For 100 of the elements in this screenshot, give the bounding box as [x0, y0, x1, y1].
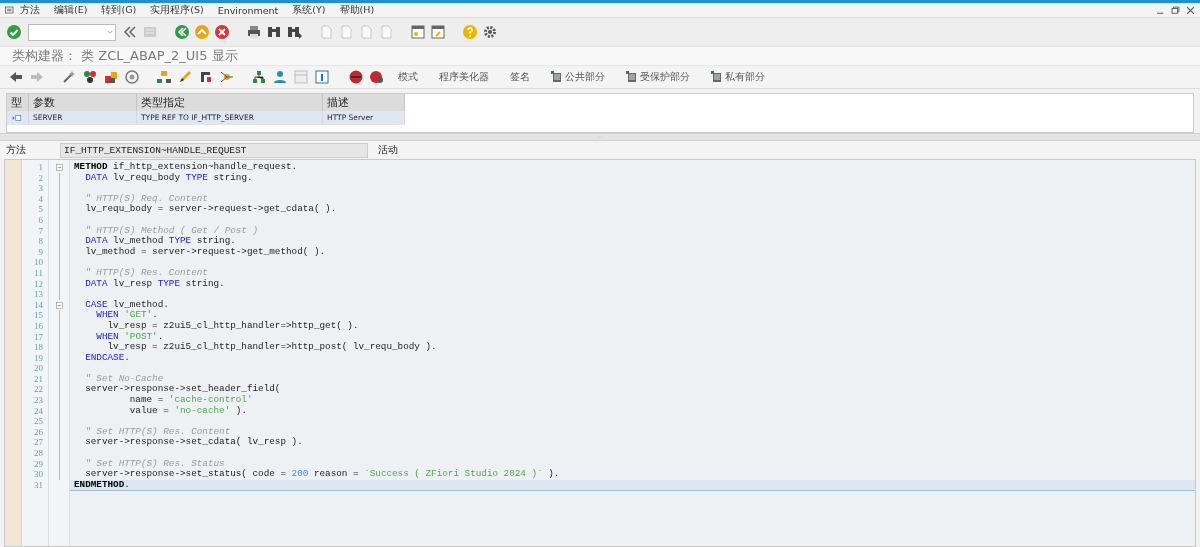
code-line: WHEN 'GET'.: [95, 310, 159, 321]
info-icon[interactable]: [314, 69, 330, 85]
pencil-icon[interactable]: [177, 69, 193, 85]
line-number: 12: [33, 278, 44, 290]
parameter-icon[interactable]: [11, 113, 23, 123]
code-line: value = 'no-cache' ).: [128, 405, 248, 417]
line-number: 15: [33, 310, 44, 321]
document-icon: [711, 71, 722, 83]
toolbar-button[interactable]: 公共部分: [543, 68, 613, 86]
line-number: 11: [33, 267, 44, 279]
code-line: " Set HTTP(S) Res. Content: [84, 426, 232, 437]
code-line: DATA lv_method TYPE string.: [84, 236, 237, 247]
new-window-icon[interactable]: [410, 24, 426, 40]
line-number: 21: [33, 373, 44, 385]
line-number: 1: [37, 162, 44, 173]
line-number: 30: [33, 469, 44, 480]
code-line: server->response->set_cdata( lv_resp ).: [84, 437, 304, 449]
status-text: 活动: [378, 143, 398, 157]
code-line: " Set HTTP(S) Res. Status: [84, 458, 226, 469]
column-header: 型: [7, 94, 29, 111]
menu-item[interactable]: 系统(Y): [288, 3, 336, 17]
stop-icon[interactable]: [348, 69, 364, 85]
line-number: 2: [37, 172, 44, 184]
menu-item[interactable]: 转到(G): [97, 3, 147, 17]
list-icon[interactable]: [198, 69, 214, 85]
code-line: WHEN 'POST'.: [95, 331, 165, 342]
line-number: 17: [33, 331, 44, 343]
line-number: 13: [33, 289, 44, 300]
shortcut-icon[interactable]: [430, 24, 446, 40]
cancel-icon[interactable]: [214, 24, 230, 40]
org-chart-icon[interactable]: [251, 69, 267, 85]
line-number: 28: [33, 448, 44, 459]
line-number: 26: [33, 426, 44, 438]
settings-icon[interactable]: [482, 24, 498, 40]
back-icon[interactable]: [174, 24, 190, 40]
column-header: 参数: [29, 94, 137, 111]
user-icon[interactable]: [272, 69, 288, 85]
double-chevron-icon[interactable]: [122, 24, 138, 40]
code-line: " HTTP(S) Res. Content: [84, 267, 209, 279]
line-number: 14: [33, 299, 44, 311]
menu-item[interactable]: 实用程序(S): [146, 3, 214, 17]
document-icon: [626, 71, 637, 83]
breakpoint-icon[interactable]: [369, 69, 385, 85]
line-number: 3: [37, 183, 44, 194]
code-line: ENDCASE.: [84, 352, 131, 364]
code-line: server->response->set_header_field(: [84, 384, 282, 395]
line-number: 27: [33, 437, 44, 449]
code-line: lv_method = server->request->get_method( ).: [84, 246, 327, 258]
objects-icon[interactable]: [82, 69, 98, 85]
back-arrow-icon[interactable]: [8, 69, 24, 85]
menu-item[interactable]: 编辑(E): [50, 3, 98, 17]
method-field[interactable]: IF_HTTP_EXTENSION~HANDLE_REQUEST: [60, 142, 368, 158]
line-number: 10: [33, 257, 44, 268]
code-line: " HTTP(S) Req. Content: [84, 193, 209, 204]
line-number: 8: [37, 236, 44, 247]
find-next-icon[interactable]: [286, 24, 302, 40]
code-line: " Set No-Cache: [84, 373, 165, 384]
line-number: 29: [33, 458, 44, 470]
restore-icon[interactable]: [1170, 4, 1181, 16]
column-header: 类型指定: [137, 94, 323, 111]
menu-item[interactable]: 帮助(H): [335, 3, 385, 17]
line-number: 5: [37, 204, 44, 215]
toolbar-button[interactable]: 私有部分: [703, 68, 773, 86]
line-number: 23: [33, 395, 44, 406]
toolbar-button[interactable]: 受保护部分: [618, 68, 698, 86]
menu-item[interactable]: Environment: [213, 4, 289, 16]
code-line: DATA lv_resp TYPE string.: [84, 278, 226, 290]
line-number: 19: [33, 352, 44, 364]
line-number: 9: [37, 246, 44, 258]
close-icon[interactable]: [1185, 4, 1196, 16]
code-line: CASE lv_method.: [84, 299, 170, 310]
line-number: 20: [33, 363, 44, 374]
check-icon[interactable]: [6, 24, 22, 40]
menu-item[interactable]: 方法: [16, 3, 50, 17]
line-number: 22: [33, 384, 44, 396]
command-field[interactable]: [28, 23, 116, 41]
wand-icon[interactable]: [61, 69, 77, 85]
target-icon[interactable]: [124, 69, 140, 85]
line-number: 4: [37, 193, 44, 205]
hierarchy-icon[interactable]: [156, 69, 172, 85]
code-line: lv_resp = z2ui5_cl_http_handler=>http_get( ).: [106, 320, 360, 332]
toolbar-button[interactable]: 程序美化器: [431, 68, 497, 86]
network-icon[interactable]: [219, 69, 235, 85]
collapse-icon[interactable]: [54, 162, 64, 172]
code-line: server->response->set_status( code = 200 reason = `Success ( ZFiori Studio 2024 )` ).: [84, 469, 561, 480]
line-number: 25: [33, 416, 44, 427]
blocks-icon[interactable]: [103, 69, 119, 85]
find-icon[interactable]: [266, 24, 282, 40]
print-icon[interactable]: [246, 24, 262, 40]
collapse-icon[interactable]: [54, 300, 64, 310]
menu-icon[interactable]: [4, 4, 16, 16]
toolbar-button[interactable]: 模式: [390, 68, 426, 86]
line-number: 7: [37, 225, 44, 237]
line-number: 24: [33, 405, 44, 417]
line-number: 31: [33, 479, 44, 491]
toolbar-button[interactable]: 签名: [502, 68, 538, 86]
code-line: " HTTP(S) Method ( Get / Post ): [84, 225, 260, 236]
code-line: DATA lv_requ_body TYPE string.: [84, 172, 254, 184]
document-icon: [551, 71, 562, 83]
method-label: 方法: [6, 143, 27, 157]
